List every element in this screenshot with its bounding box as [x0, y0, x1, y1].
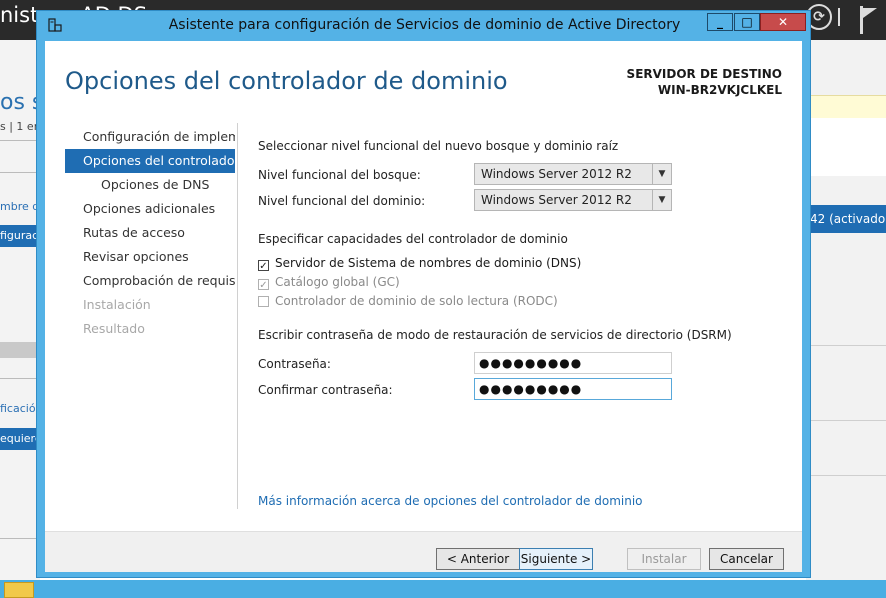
- global-catalog-option: ✓ Catálogo global (GC): [258, 275, 400, 293]
- nav-step-additional-options[interactable]: Opciones adicionales: [65, 197, 235, 221]
- forest-level-label: Nivel funcional del bosque:: [258, 168, 421, 182]
- capabilities-section-title: Especificar capacidades del controlador …: [258, 232, 568, 246]
- forest-level-value: Windows Server 2012 R2: [481, 167, 632, 181]
- destination-server-name: WIN-BR2VKJCLKEL: [657, 83, 782, 97]
- nav-divider: [237, 123, 238, 509]
- rodc-label: Controlador de dominio de solo lectura (…: [275, 294, 558, 308]
- page-title: Opciones del controlador de dominio: [65, 67, 508, 95]
- divider: [0, 140, 40, 141]
- more-info-link[interactable]: Más información acerca de opciones del c…: [258, 494, 643, 508]
- nav-step-review[interactable]: Revisar opciones: [65, 245, 235, 269]
- divider: [0, 378, 40, 379]
- dns-server-checkbox[interactable]: ✓: [258, 260, 269, 272]
- divider: [806, 345, 886, 346]
- domain-level-label: Nivel funcional del dominio:: [258, 194, 426, 208]
- install-button: Instalar: [627, 548, 701, 570]
- wizard-footer: < Anterior Siguiente > Instalar Cancelar: [45, 531, 802, 572]
- divider: [806, 420, 886, 421]
- back-button[interactable]: < Anterior: [436, 548, 520, 570]
- divider: [806, 475, 886, 476]
- close-button[interactable]: ✕: [760, 13, 806, 31]
- wizard-steps-nav: Configuración de implem... Opciones del …: [65, 125, 235, 341]
- global-catalog-label: Catálogo global (GC): [275, 275, 400, 289]
- cancel-button[interactable]: Cancelar: [709, 548, 784, 570]
- dns-server-label: Servidor de Sistema de nombres de domini…: [275, 256, 582, 270]
- confirm-password-label: Confirmar contraseña:: [258, 383, 393, 397]
- domain-level-select[interactable]: Windows Server 2012 R2 ▼: [474, 189, 672, 211]
- nav-step-deployment-config[interactable]: Configuración de implem...: [65, 125, 235, 149]
- rodc-option: Controlador de dominio de solo lectura (…: [258, 294, 558, 312]
- window-title: Asistente para configuración de Servicio…: [168, 17, 681, 33]
- background-right-item-selected[interactable]: 42 (activado): [806, 205, 886, 233]
- chevron-down-icon[interactable]: ▼: [652, 164, 671, 184]
- taskbar: [0, 580, 886, 598]
- rodc-checkbox: [258, 296, 269, 307]
- minimize-button[interactable]: _: [707, 13, 733, 31]
- nav-step-results: Resultado: [83, 321, 145, 336]
- destination-server-label: SERVIDOR DE DESTINO: [626, 67, 782, 81]
- toolbar-separator: [838, 8, 840, 26]
- nav-step-prereq-check[interactable]: Comprobación de requisi...: [65, 269, 235, 293]
- background-left-item-selected[interactable]: figuraci: [0, 225, 40, 247]
- nav-step-paths[interactable]: Rutas de acceso: [65, 221, 235, 245]
- divider: [0, 538, 40, 539]
- notifications-flag-icon[interactable]: [860, 6, 879, 34]
- next-button[interactable]: Siguiente >: [519, 548, 593, 570]
- chevron-down-icon[interactable]: ▼: [652, 190, 671, 210]
- maximize-button[interactable]: □: [734, 13, 760, 31]
- dsrm-section-title: Escribir contraseña de modo de restaurac…: [258, 328, 732, 342]
- password-label: Contraseña:: [258, 357, 331, 371]
- global-catalog-checkbox: ✓: [258, 279, 269, 291]
- background-left-item-selected[interactable]: equiere: [0, 428, 40, 450]
- domain-level-value: Windows Server 2012 R2: [481, 193, 632, 207]
- nav-step-dc-options[interactable]: Opciones del controlador...: [65, 149, 235, 173]
- wizard-client-area: Opciones del controlador de dominio SERV…: [45, 41, 802, 572]
- ad-ds-wizard-window: Asistente para configuración de Servicio…: [36, 10, 811, 578]
- file-explorer-icon[interactable]: [4, 582, 34, 598]
- forest-level-select[interactable]: Windows Server 2012 R2 ▼: [474, 163, 672, 185]
- nav-step-installation: Instalación: [83, 297, 151, 312]
- functional-level-section-title: Seleccionar nivel funcional del nuevo bo…: [258, 139, 619, 153]
- background-right-panel: [806, 118, 886, 176]
- divider: [0, 172, 40, 173]
- background-notification-bar: [806, 95, 886, 119]
- dns-server-option[interactable]: ✓ Servidor de Sistema de nombres de domin…: [258, 256, 581, 274]
- confirm-password-field[interactable]: ●●●●●●●●●: [474, 378, 672, 400]
- background-left-band: [0, 342, 40, 358]
- nav-step-dns-options[interactable]: Opciones de DNS: [65, 173, 235, 197]
- password-field[interactable]: ●●●●●●●●●: [474, 352, 672, 374]
